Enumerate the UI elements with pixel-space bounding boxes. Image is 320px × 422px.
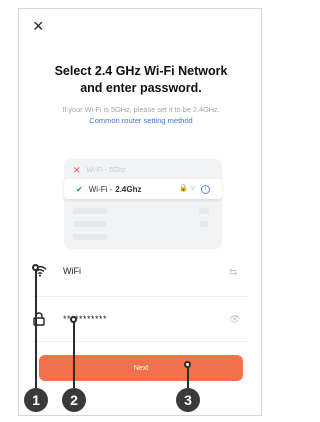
network-24-prefix: Wi-Fi - bbox=[88, 184, 113, 194]
marker-2-dot bbox=[70, 316, 77, 323]
wifi-name-field[interactable]: WiFi ⇆ bbox=[33, 264, 249, 286]
check-icon: ✔ bbox=[76, 184, 83, 194]
network-5ghz-label: Wi-Fi - 5Ghz bbox=[86, 166, 126, 174]
error-x-icon: ✕ bbox=[73, 164, 81, 175]
placeholder-bar bbox=[199, 221, 209, 227]
marker-1-line bbox=[35, 268, 37, 388]
placeholder-bar bbox=[73, 234, 107, 240]
app-screen: × Select 2.4 GHz Wi-Fi Network and enter… bbox=[18, 8, 262, 416]
marker-3: 3 bbox=[176, 388, 200, 412]
placeholder-bar bbox=[73, 208, 107, 214]
network-24-band: 2.4Ghz bbox=[115, 184, 142, 194]
marker-2: 2 bbox=[62, 388, 86, 412]
marker-1: 1 bbox=[24, 388, 48, 412]
marker-2-line bbox=[73, 320, 75, 388]
band-hint-text: If your Wi-Fi is 5GHz, please set it to … bbox=[62, 105, 220, 114]
page-title: Select 2.4 GHz Wi-Fi Network and enter p… bbox=[19, 63, 263, 97]
eye-icon[interactable]: 👁 bbox=[229, 314, 240, 325]
lock-wifi-icons: 🔒 ᯤ bbox=[178, 185, 197, 192]
marker-1-dot bbox=[32, 264, 39, 271]
placeholder-bar bbox=[73, 221, 107, 227]
divider bbox=[33, 296, 249, 297]
next-button[interactable]: Next bbox=[39, 355, 243, 381]
wifi-name-value: WiFi bbox=[63, 266, 81, 276]
placeholder-bar bbox=[199, 208, 209, 214]
router-help-link[interactable]: Common router setting method bbox=[19, 116, 263, 126]
network-row-5ghz: ✕ Wi-Fi - 5Ghz bbox=[73, 163, 126, 177]
network-status-icons: 🔒 ᯤ i bbox=[179, 184, 210, 194]
info-icon: i bbox=[201, 185, 210, 194]
password-field[interactable]: *********** 👁 bbox=[33, 312, 249, 332]
title-line-1: Select 2.4 GHz Wi-Fi Network bbox=[54, 64, 228, 78]
close-button[interactable]: × bbox=[33, 17, 44, 35]
marker-3-dot bbox=[184, 361, 191, 368]
divider bbox=[33, 341, 249, 342]
title-line-2: and enter password. bbox=[80, 81, 202, 95]
swap-icon[interactable]: ⇆ bbox=[229, 267, 237, 278]
network-row-24ghz: ✔ Wi-Fi - 2.4Ghz 🔒 ᯤ i bbox=[64, 179, 222, 199]
